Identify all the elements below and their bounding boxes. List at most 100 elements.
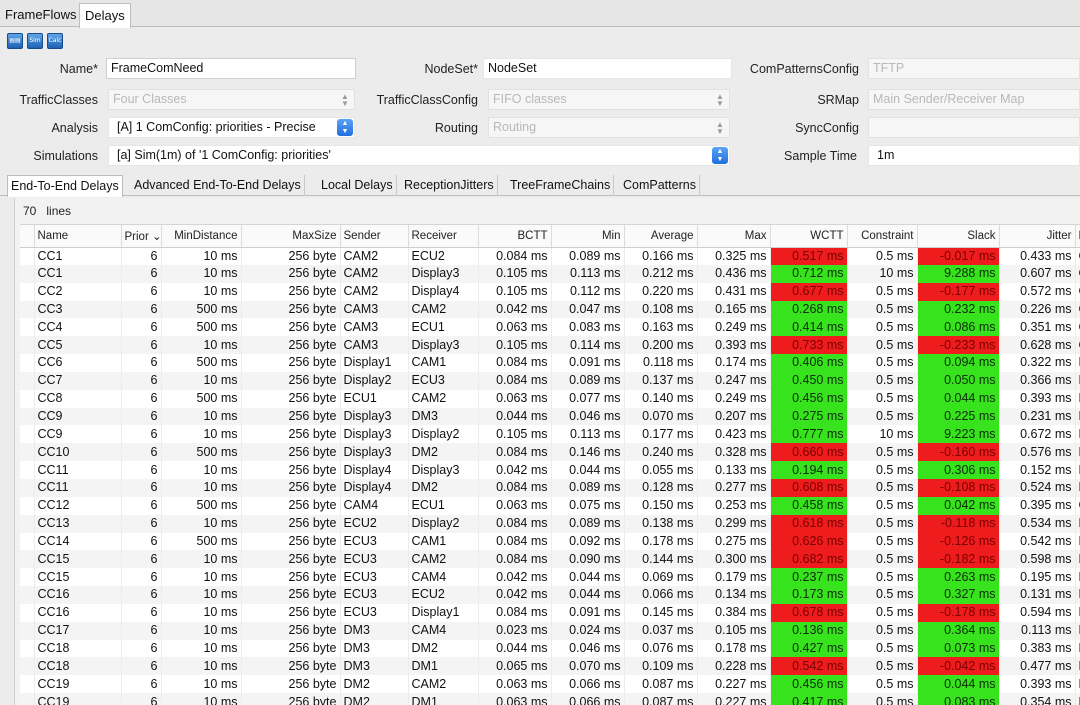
sim-icon[interactable]: Sim <box>27 33 43 49</box>
column-header[interactable]: Sender <box>340 225 409 248</box>
slack-cell: 0.263 ms <box>917 568 1000 587</box>
sender-cell: Display3 <box>340 425 409 444</box>
trafficclasses-select[interactable]: Four Classes ▲ ▼ <box>108 89 355 110</box>
calc-icon[interactable]: Calc <box>47 33 63 49</box>
table-row[interactable]: CC16 6 10 ms 256 byte ECU3 ECU2 0.042 ms 0.044 … <box>20 586 1080 604</box>
constraint-cell: 0.5 ms <box>847 550 918 569</box>
table-row[interactable]: CC15 6 10 ms 256 byte ECU3 CAM2 0.084 ms 0.090 … <box>20 550 1080 569</box>
wctt-cell: 0.682 ms <box>770 550 848 569</box>
table-row[interactable]: CC1 6 10 ms 256 byte CAM2 ECU2 0.084 ms 0.089 m… <box>20 247 1080 265</box>
row-gutter <box>20 407 35 426</box>
table-row[interactable]: CC4 6 500 ms 256 byte CAM3 ECU1 0.063 ms 0.083 … <box>20 318 1080 337</box>
row-gutter <box>20 693 35 705</box>
receiver-cell: CAM2 <box>408 389 479 408</box>
tab-delays[interactable]: Delays <box>79 3 131 28</box>
max-cell: 0.134 ms <box>697 586 771 604</box>
wctt-cell: 0.660 ms <box>770 443 848 462</box>
tab-com-patterns[interactable]: ComPatterns <box>620 175 700 196</box>
column-header[interactable]: Constraint <box>847 225 918 248</box>
table-row[interactable]: CC10 6 500 ms 256 byte Display3 DM2 0.084 ms 0.… <box>20 443 1080 462</box>
name-field[interactable]: FrameComNeed <box>106 58 356 79</box>
tab-advanced-end-to-end-delays[interactable]: Advanced End-To-End Delays <box>131 175 305 196</box>
table-row[interactable]: CC11 6 10 ms 256 byte Display4 Display3 0.042 … <box>20 461 1080 479</box>
column-header[interactable]: Slack <box>917 225 1000 248</box>
syncconfig-field[interactable] <box>868 117 1080 138</box>
table-row[interactable]: CC2 6 10 ms 256 byte CAM2 Display4 0.105 ms 0.1… <box>20 282 1080 301</box>
table-row[interactable]: CC3 6 500 ms 256 byte CAM3 CAM2 0.042 ms 0.047 … <box>20 300 1080 319</box>
min-cell: 0.091 ms <box>551 603 625 622</box>
table-row[interactable]: CC19 6 10 ms 256 byte DM2 DM1 0.063 ms 0.066 ms… <box>20 693 1080 705</box>
table-row[interactable]: CC13 6 10 ms 256 byte ECU2 Display2 0.084 ms 0.… <box>20 514 1080 533</box>
slack-cell: -0.177 ms <box>917 282 1000 301</box>
name-cell: CC19 <box>34 693 122 705</box>
table-row[interactable]: CC16 6 10 ms 256 byte ECU3 Display1 0.084 ms 0.… <box>20 603 1080 622</box>
name-cell: CC8 <box>34 389 122 408</box>
tab-end-to-end-delays[interactable]: End-To-End Delays <box>7 175 123 197</box>
table-row[interactable]: CC9 6 10 ms 256 byte Display3 Display2 0.105 m… <box>20 425 1080 444</box>
bctt-cell: 0.084 ms <box>478 532 552 551</box>
min-cell: 0.077 ms <box>551 389 625 408</box>
compatterns-label: ComPatternsConfig <box>749 62 859 76</box>
table-row[interactable]: CC12 6 500 ms 256 byte CAM4 ECU1 0.063 ms 0.075… <box>20 496 1080 515</box>
tab-local-delays[interactable]: Local Delays <box>318 175 397 196</box>
slack-cell: 0.042 ms <box>917 496 1000 515</box>
bctt-cell: 0.084 ms <box>478 478 552 497</box>
table-row[interactable]: CC15 6 10 ms 256 byte ECU3 CAM4 0.042 ms 0.044 … <box>20 568 1080 587</box>
srmap-field[interactable]: Main Sender/Receiver Map <box>868 89 1080 110</box>
column-header[interactable]: Jitter <box>999 225 1076 248</box>
jitter-cell: 0.524 ms <box>999 478 1076 497</box>
tab-tree-frame-chains[interactable]: TreeFrameChains <box>507 175 615 196</box>
column-header[interactable]: BCTT <box>478 225 552 248</box>
mindistance-cell: 10 ms <box>161 461 242 479</box>
average-cell: 0.128 ms <box>624 478 698 497</box>
tab-frameflows[interactable]: FrameFlows <box>0 3 82 27</box>
table-row[interactable]: CC18 6 10 ms 256 byte DM3 DM2 0.044 ms 0.046 ms… <box>20 639 1080 658</box>
column-header[interactable]: MinDistance <box>161 225 242 248</box>
nodeset-label: NodeSet* <box>424 62 478 76</box>
analysis-select[interactable]: [A] 1 ComConfig: priorities - Precise ▲ ▼ <box>108 117 355 138</box>
tab-reception-jitters[interactable]: ReceptionJitters <box>401 175 498 196</box>
trafficclasses-label: TrafficClasses <box>19 93 99 107</box>
mindistance-cell: 10 ms <box>161 264 242 283</box>
f-cell: D <box>1075 639 1080 658</box>
max-cell: 0.249 ms <box>697 318 771 337</box>
column-header[interactable]: Prior ⌄ <box>121 225 162 248</box>
table-row[interactable]: CC1 6 10 ms 256 byte CAM2 Display3 0.105 ms 0.1… <box>20 264 1080 283</box>
table-row[interactable]: CC8 6 500 ms 256 byte ECU1 CAM2 0.063 ms 0.077 … <box>20 389 1080 408</box>
column-header[interactable]: MaxSize <box>241 225 341 248</box>
table-row[interactable]: CC14 6 500 ms 256 byte ECU3 CAM1 0.084 ms 0.092… <box>20 532 1080 551</box>
sender-cell: ECU3 <box>340 568 409 587</box>
table-row[interactable]: CC11 6 10 ms 256 byte Display4 DM2 0.084 ms 0.0… <box>20 478 1080 497</box>
mindistance-cell: 10 ms <box>161 514 242 533</box>
routing-select[interactable]: Routing ▲ ▼ <box>488 117 730 138</box>
constraint-cell: 0.5 ms <box>847 675 918 694</box>
receiver-cell: DM3 <box>408 407 479 426</box>
table-row[interactable]: CC19 6 10 ms 256 byte DM2 CAM2 0.063 ms 0.066 m… <box>20 675 1080 694</box>
average-cell: 0.144 ms <box>624 550 698 569</box>
column-header[interactable]: Average <box>624 225 698 248</box>
trafficclassconfig-select[interactable]: FIFO classes ▲ ▼ <box>488 89 730 110</box>
column-header[interactable]: Max <box>697 225 771 248</box>
sampletime-field[interactable]: 1m <box>868 145 1080 166</box>
table-row[interactable]: CC17 6 10 ms 256 byte DM3 CAM4 0.023 ms 0.024 m… <box>20 621 1080 640</box>
column-header[interactable]: Min <box>551 225 625 248</box>
table-row[interactable]: CC6 6 500 ms 256 byte Display1 CAM1 0.084 ms 0.… <box>20 354 1080 372</box>
column-header[interactable]: F <box>1075 225 1080 248</box>
name-cell: CC16 <box>34 586 122 604</box>
mindistance-cell: 500 ms <box>161 532 242 551</box>
compatterns-field[interactable]: TFTP <box>868 58 1080 79</box>
row-gutter <box>20 478 35 497</box>
column-header[interactable]: WCTT <box>770 225 848 248</box>
column-header[interactable]: Name <box>34 225 122 248</box>
bctt-cell: 0.063 ms <box>478 318 552 337</box>
table-row[interactable]: CC9 6 10 ms 256 byte Display3 DM3 0.044 ms 0.04… <box>20 407 1080 426</box>
f-cell: D <box>1075 478 1080 497</box>
simulations-select[interactable]: [a] Sim(1m) of '1 ComConfig: priorities'… <box>108 145 730 166</box>
row-gutter <box>20 550 35 569</box>
table-row[interactable]: CC5 6 10 ms 256 byte CAM3 Display3 0.105 ms 0.1… <box>20 336 1080 355</box>
list-view-icon[interactable]: ▤▤ <box>7 33 23 49</box>
table-row[interactable]: CC7 6 10 ms 256 byte Display2 ECU3 0.084 ms 0.0… <box>20 371 1080 390</box>
table-row[interactable]: CC18 6 10 ms 256 byte DM3 DM1 0.065 ms 0.070 ms… <box>20 657 1080 676</box>
column-header[interactable]: Receiver <box>408 225 479 248</box>
nodeset-field[interactable]: NodeSet <box>483 58 732 79</box>
